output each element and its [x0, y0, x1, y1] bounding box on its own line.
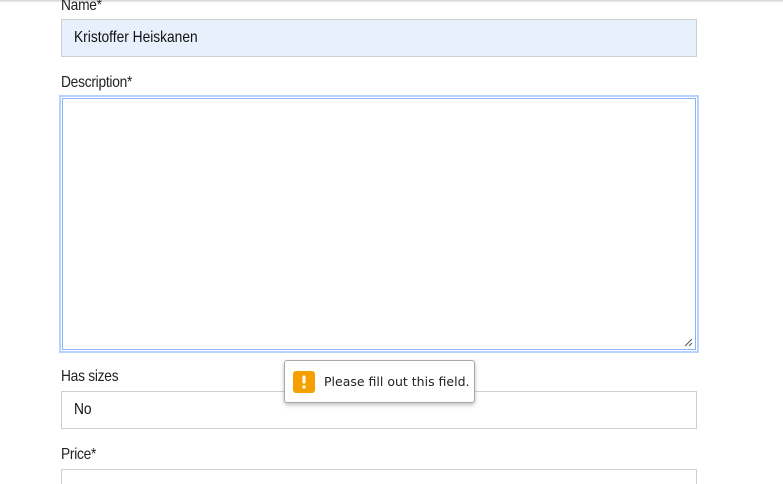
- name-value: Kristoffer Heiskanen: [74, 29, 198, 46]
- warning-icon: [293, 370, 315, 393]
- name-field[interactable]: Kristoffer Heiskanen: [61, 19, 697, 57]
- has-sizes-value: No: [74, 401, 92, 418]
- resize-grip-icon[interactable]: [684, 338, 693, 347]
- description-label: Description*: [61, 74, 133, 91]
- validation-tooltip: Please fill out this field.: [284, 360, 475, 403]
- header-shadow: [0, 0, 783, 3]
- description-textarea[interactable]: [59, 95, 699, 353]
- name-label: Name*: [61, 0, 102, 14]
- product-form-page: Name* Kristoffer Heiskanen Description* …: [0, 0, 783, 484]
- price-field[interactable]: [61, 469, 697, 484]
- has-sizes-label: Has sizes: [61, 368, 119, 385]
- price-label: Price*: [61, 446, 97, 463]
- validation-message: Please fill out this field.: [324, 374, 470, 389]
- description-textarea-inner: [62, 98, 696, 350]
